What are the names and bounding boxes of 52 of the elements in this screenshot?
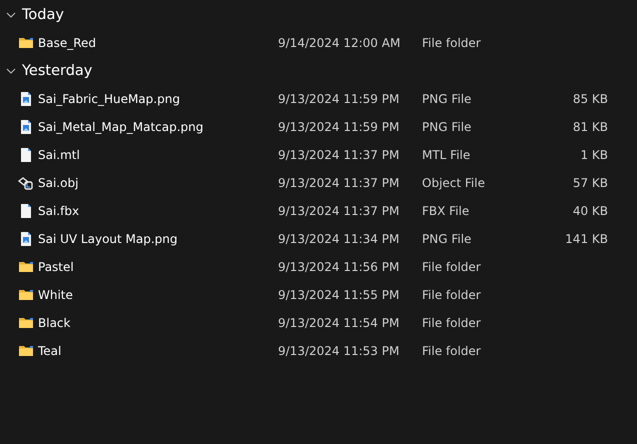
file-size: 40 KB (572, 204, 608, 218)
file-name[interactable]: Sai.obj (38, 176, 78, 190)
file-name[interactable]: Sai.fbx (38, 204, 80, 218)
date-modified: 9/13/2024 11:37 PM (278, 176, 400, 190)
file-type: PNG File (422, 92, 472, 106)
date-modified: 9/13/2024 11:59 PM (278, 120, 400, 134)
file-name[interactable]: Sai_Metal_Map_Matcap.png (38, 120, 204, 134)
file-type: File folder (422, 288, 481, 302)
file-size: 141 KB (565, 232, 608, 246)
file-type: File folder (422, 344, 481, 358)
date-modified: 9/13/2024 11:34 PM (278, 232, 400, 246)
group-header[interactable]: Yesterday (0, 57, 637, 85)
folder-icon (18, 287, 34, 303)
folder-icon (18, 343, 34, 359)
folder-icon (18, 259, 34, 275)
file-name[interactable]: Sai UV Layout Map.png (38, 232, 178, 246)
date-modified: 9/13/2024 11:55 PM (278, 288, 400, 302)
image-file-icon (18, 231, 34, 247)
file-type: Object File (422, 176, 485, 190)
file-name[interactable]: Base_Red (38, 36, 96, 50)
file-type: FBX File (422, 204, 470, 218)
folder-icon (18, 315, 34, 331)
date-modified: 9/13/2024 11:53 PM (278, 344, 400, 358)
image-file-icon (18, 119, 34, 135)
file-size: 85 KB (572, 92, 608, 106)
date-modified: 9/13/2024 11:37 PM (278, 148, 400, 162)
date-modified: 9/13/2024 11:56 PM (278, 260, 400, 274)
folder-icon (18, 35, 34, 51)
file-name[interactable]: Sai_Fabric_HueMap.png (38, 92, 180, 106)
date-modified: 9/13/2024 11:37 PM (278, 204, 400, 218)
object-file-icon (18, 175, 34, 191)
group-header[interactable]: Today (0, 1, 637, 29)
file-size: 1 KB (580, 148, 608, 162)
file-type: File folder (422, 260, 481, 274)
file-type: File folder (422, 316, 481, 330)
file-name[interactable]: Pastel (38, 260, 74, 274)
file-size: 57 KB (572, 176, 608, 190)
file-name[interactable]: White (38, 288, 73, 302)
file-type: File folder (422, 36, 481, 50)
file-name[interactable]: Teal (38, 344, 62, 358)
file-type: PNG File (422, 120, 472, 134)
file-name[interactable]: Black (38, 316, 70, 330)
file-icon (18, 203, 34, 219)
file-type: PNG File (422, 232, 472, 246)
date-modified: 9/13/2024 11:59 PM (278, 92, 400, 106)
file-icon (18, 147, 34, 163)
file-name[interactable]: Sai.mtl (38, 148, 80, 162)
file-size: 81 KB (572, 120, 608, 134)
date-modified: 9/14/2024 12:00 AM (278, 36, 400, 50)
date-modified: 9/13/2024 11:54 PM (278, 316, 400, 330)
image-file-icon (18, 91, 34, 107)
file-type: MTL File (422, 148, 470, 162)
